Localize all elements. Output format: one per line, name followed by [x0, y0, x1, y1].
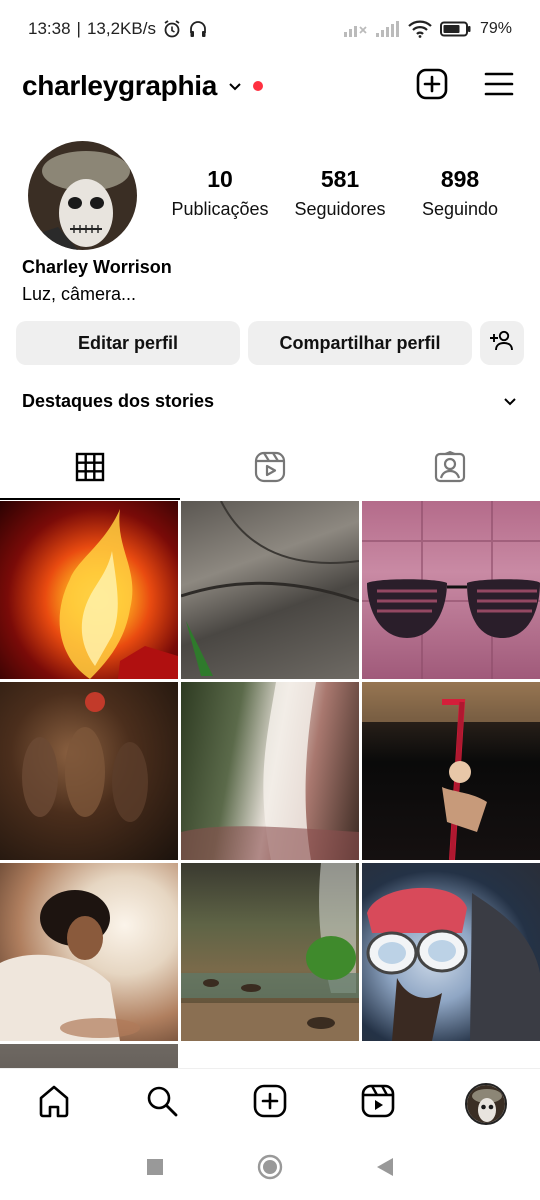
post-thumbnail-crowd[interactable]: [0, 682, 178, 860]
bottom-navigation: [0, 1068, 540, 1138]
post-thumbnail-leaf[interactable]: [181, 501, 359, 679]
headphones-icon: [188, 19, 208, 39]
post-thumbnail-sunglasses[interactable]: [362, 501, 540, 679]
search-icon: [145, 1084, 179, 1123]
signal-off-icon: [343, 21, 368, 37]
add-person-icon: [489, 330, 515, 357]
home-icon: [37, 1084, 71, 1123]
nav-profile[interactable]: [432, 1082, 540, 1125]
create-icon: [253, 1084, 287, 1123]
post-thumbnail-aerial-silk[interactable]: [362, 682, 540, 860]
post-thumbnail-waterfall[interactable]: [181, 682, 359, 860]
status-right: 79%: [343, 20, 512, 38]
username[interactable]: charleygraphia: [22, 70, 217, 102]
tab-posts[interactable]: [0, 438, 180, 500]
nav-create[interactable]: [216, 1084, 324, 1123]
profile-header: charleygraphia: [22, 62, 514, 110]
profile-name: Charley Worrison: [22, 257, 172, 277]
tagged-icon: [434, 450, 466, 488]
story-highlights[interactable]: Destaques dos stories: [22, 386, 518, 416]
status-left: 13:38 | 13,2KB/s: [28, 19, 208, 39]
system-navigation: [0, 1138, 540, 1200]
stat-posts[interactable]: 10 Publicações: [160, 166, 280, 220]
stat-following-count: 898: [440, 166, 480, 192]
profile-tabs: [0, 438, 540, 500]
post-thumbnail-fire[interactable]: [0, 501, 178, 679]
menu-icon[interactable]: [484, 71, 514, 102]
profile-stats: 10 Publicações 581 Seguidores 898 Seguin…: [160, 166, 520, 220]
nav-home[interactable]: [0, 1084, 108, 1123]
reels-icon: [254, 451, 286, 488]
notification-dot: [253, 81, 263, 91]
profile-avatar[interactable]: [28, 141, 137, 250]
post-thumbnail-forest-stream[interactable]: [181, 863, 359, 1041]
posts-grid: [0, 501, 540, 1069]
signal-icon: [375, 21, 400, 37]
highlights-title: Destaques dos stories: [22, 390, 215, 411]
reels-icon: [361, 1084, 395, 1123]
grid-icon: [75, 452, 105, 487]
chevron-down-icon[interactable]: [502, 393, 518, 409]
tab-reels[interactable]: [180, 438, 360, 500]
wifi-icon: [408, 20, 432, 38]
stat-posts-count: 10: [207, 166, 233, 192]
edit-profile-button[interactable]: Editar perfil: [16, 321, 240, 365]
post-thumbnail-partial[interactable]: [0, 1044, 178, 1069]
share-profile-button[interactable]: Compartilhar perfil: [248, 321, 472, 365]
profile-actions: Editar perfil Compartilhar perfil: [16, 321, 524, 365]
stat-following[interactable]: 898 Seguindo: [400, 166, 520, 220]
status-time: 13:38: [28, 19, 71, 38]
discover-people-button[interactable]: [480, 321, 524, 365]
post-thumbnail-portrait[interactable]: [0, 863, 178, 1041]
status-bar: 13:38 | 13,2KB/s 79%: [0, 0, 540, 58]
nav-search[interactable]: [108, 1084, 216, 1123]
battery-icon: [439, 21, 472, 37]
status-net-speed: 13,2KB/s: [86, 19, 156, 38]
chevron-down-icon[interactable]: [227, 78, 243, 94]
alarm-icon: [162, 19, 182, 39]
tab-tagged[interactable]: [360, 438, 540, 500]
new-post-icon[interactable]: [416, 68, 448, 105]
back-icon[interactable]: [375, 1156, 395, 1183]
stat-following-label: Seguindo: [421, 199, 499, 219]
stat-followers-label: Seguidores: [294, 199, 386, 219]
battery-level: 79%: [479, 20, 512, 37]
stat-followers-count: 581: [320, 166, 360, 192]
stat-posts-label: Publicações: [171, 199, 269, 219]
nav-reels[interactable]: [324, 1084, 432, 1123]
recent-apps-icon[interactable]: [145, 1157, 165, 1182]
home-button-icon[interactable]: [257, 1154, 283, 1185]
status-separator: |: [76, 19, 81, 38]
post-thumbnail-dog-helmet[interactable]: [362, 863, 540, 1041]
profile-bio: Luz, câmera...: [22, 284, 137, 304]
header-actions: [416, 68, 514, 105]
stat-followers[interactable]: 581 Seguidores: [280, 166, 400, 220]
profile-avatar: [465, 1082, 507, 1125]
